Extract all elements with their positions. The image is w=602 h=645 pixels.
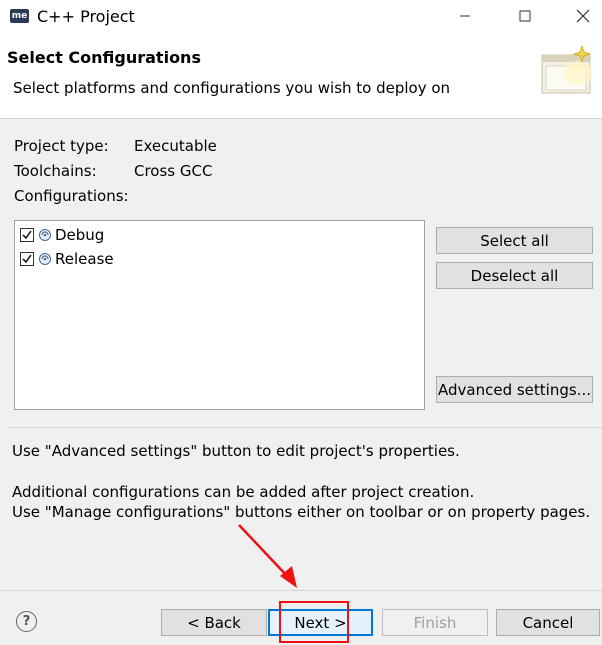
app-logo: me: [10, 9, 29, 23]
checkmark-icon: [22, 254, 32, 264]
help-icon[interactable]: ?: [16, 611, 37, 632]
advanced-settings-button[interactable]: Advanced settings...: [436, 376, 593, 403]
description-line: Use "Advanced settings" button to edit p…: [12, 442, 460, 460]
configurations-label: Configurations:: [14, 187, 129, 205]
checkmark-icon: [22, 230, 32, 240]
toolchains-value: Cross GCC: [134, 162, 213, 180]
finish-button[interactable]: Finish: [382, 609, 488, 636]
wizard-header: Select Configurations Select platforms a…: [0, 33, 602, 119]
config-item-release[interactable]: Release: [20, 249, 114, 269]
annotation-highlight-box: [279, 601, 349, 643]
minimize-icon: [460, 15, 470, 17]
cancel-button[interactable]: Cancel: [496, 609, 600, 636]
maximize-icon: [519, 10, 531, 22]
back-button[interactable]: < Back: [161, 609, 267, 636]
description-line: Use "Manage configurations" buttons eith…: [12, 503, 591, 521]
config-label-debug: Debug: [55, 226, 105, 244]
minimize-button[interactable]: [450, 5, 480, 27]
release-checkbox[interactable]: [20, 252, 34, 266]
debug-checkbox[interactable]: [20, 228, 34, 242]
description-line: Additional configurations can be added a…: [12, 483, 475, 501]
page-description: Select platforms and configurations you …: [13, 79, 451, 97]
project-type-label: Project type:: [14, 137, 109, 155]
maximize-button[interactable]: [510, 5, 540, 27]
config-item-debug[interactable]: Debug: [20, 225, 104, 245]
config-label-release: Release: [55, 250, 114, 268]
select-all-button[interactable]: Select all: [436, 227, 593, 254]
project-type-value: Executable: [134, 137, 217, 155]
wizard-banner-icon: [541, 44, 592, 94]
configuration-icon: [39, 253, 51, 265]
title-bar: me C++ Project: [0, 0, 602, 33]
window-title: C++ Project: [37, 7, 135, 26]
configurations-list[interactable]: Debug Release: [14, 220, 425, 410]
description-area: Use "Advanced settings" button to edit p…: [7, 427, 602, 590]
close-icon: [576, 9, 590, 23]
footer-separator: [0, 590, 602, 591]
toolchains-label: Toolchains:: [14, 162, 97, 180]
deselect-all-button[interactable]: Deselect all: [436, 262, 593, 289]
page-title: Select Configurations: [7, 48, 201, 67]
configuration-icon: [39, 229, 51, 241]
close-button[interactable]: [568, 5, 598, 27]
